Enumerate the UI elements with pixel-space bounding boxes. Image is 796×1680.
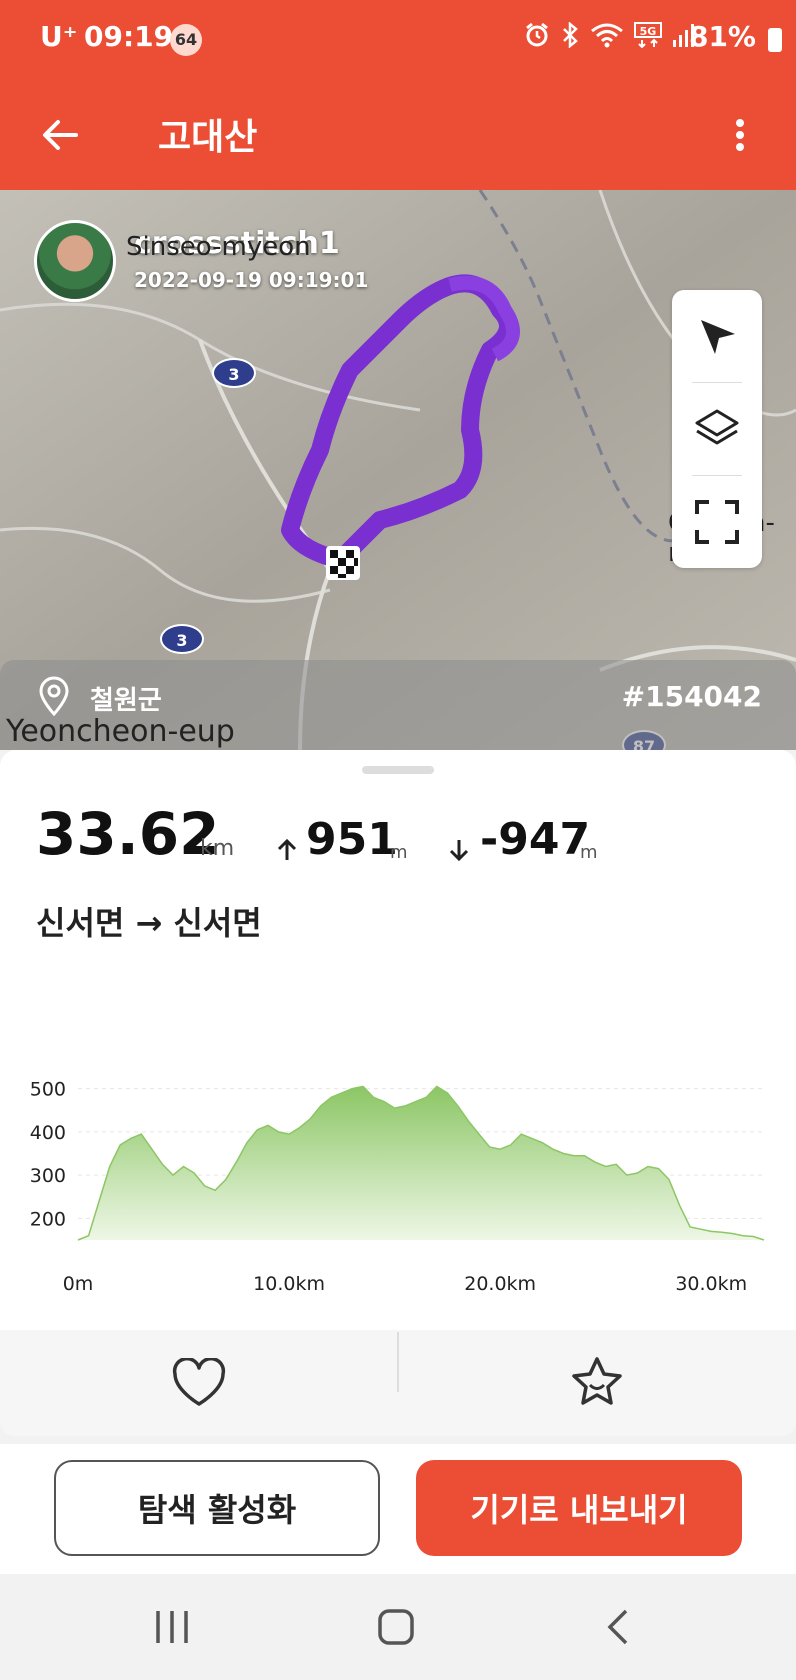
location-pin-icon	[39, 676, 69, 716]
x-tick-label: 20.0km	[464, 1273, 536, 1295]
export-to-device-button[interactable]: 기기로 내보내기	[416, 1460, 742, 1556]
map-footer: 철원군 Yeoncheon-eup #154042	[0, 660, 796, 750]
road-badge: 3	[160, 624, 204, 654]
back-nav-button[interactable]	[588, 1600, 648, 1654]
status-time: 09:19	[84, 20, 174, 53]
notification-badge: 64	[170, 24, 202, 56]
actions-row	[0, 1330, 796, 1436]
elevation-area	[78, 1086, 764, 1240]
button-row: 탐색 활성화 기기로 내보내기	[0, 1444, 796, 1574]
battery-percent: 81%	[688, 20, 756, 53]
x-tick-label: 0m	[63, 1273, 94, 1295]
svg-text:5G: 5G	[640, 25, 657, 38]
arrow-up-icon	[277, 838, 297, 860]
status-icons: 5G	[524, 21, 696, 52]
fullscreen-button[interactable]	[672, 476, 762, 568]
heart-icon	[172, 1358, 226, 1406]
y-tick-label: 500	[30, 1079, 66, 1101]
ascent-unit: m	[390, 842, 408, 863]
arrow-down-icon	[449, 840, 469, 862]
sheet-handle[interactable]	[362, 766, 434, 774]
status-bar: U⁺ 09:19 64 5G 81%	[0, 0, 796, 80]
more-vertical-icon	[736, 119, 744, 151]
ascent-value: 951	[306, 814, 398, 865]
explore-button[interactable]: 탐색 활성화	[54, 1460, 380, 1556]
system-nav-bar	[0, 1574, 796, 1680]
battery-icon	[768, 28, 782, 52]
y-tick-label: 400	[30, 1122, 66, 1144]
distance-unit: km	[200, 836, 235, 861]
wifi-icon	[590, 22, 624, 52]
avatar[interactable]	[34, 220, 116, 302]
5g-icon: 5G	[634, 22, 662, 52]
arrow-left-icon	[43, 120, 78, 150]
elevation-chart[interactable]: 500 400 300 200 0m 10.0km 20.0km 30.0km	[0, 1050, 796, 1310]
y-tick-label: 200	[30, 1208, 66, 1230]
navigate-icon	[701, 320, 735, 354]
x-tick-label: 30.0km	[675, 1273, 747, 1295]
map-label-sinseo: Sinseo-myeon	[126, 232, 311, 262]
back-button[interactable]	[36, 107, 92, 163]
map-controls	[672, 290, 762, 568]
descent-value: -947	[480, 814, 591, 865]
road-badge: 3	[212, 358, 256, 388]
page-title: 고대산	[158, 117, 258, 158]
route-start-end: 신서면 → 신서면	[36, 904, 262, 942]
alarm-icon	[524, 22, 550, 52]
bluetooth-icon	[560, 21, 580, 52]
activity-datetime: 2022-09-19 09:19:01	[134, 268, 369, 292]
route-id: #154042	[621, 680, 762, 713]
layers-button[interactable]	[672, 383, 762, 475]
home-icon	[378, 1609, 414, 1645]
home-button[interactable]	[366, 1600, 426, 1654]
map-label-yeoncheon: Yeoncheon-eup	[6, 714, 235, 749]
like-button[interactable]	[0, 1330, 398, 1436]
route-details-sheet: 33.62 km 951 m -947 m 신서면 → 신서면 500 400 30…	[0, 750, 796, 1330]
recent-apps-icon	[156, 1611, 188, 1643]
layers-icon	[695, 409, 739, 445]
distance-value: 33.62	[36, 800, 220, 868]
back-icon	[607, 1609, 628, 1645]
x-tick-label: 10.0km	[253, 1273, 325, 1295]
location-name: 철원군	[90, 686, 162, 716]
route-map[interactable]: crossstitch1 2022-09-19 09:19:01 Sinseo-…	[0, 190, 796, 750]
favorite-button[interactable]	[398, 1330, 796, 1436]
y-tick-label: 300	[30, 1165, 66, 1187]
recent-apps-button[interactable]	[142, 1600, 202, 1654]
fullscreen-icon	[695, 500, 739, 544]
carrier-label: U⁺	[40, 20, 78, 53]
descent-unit: m	[580, 842, 598, 863]
app-bar: 고대산	[0, 80, 796, 190]
more-options-button[interactable]	[712, 107, 768, 163]
navigate-button[interactable]	[672, 290, 762, 382]
star-smile-icon	[572, 1357, 622, 1405]
